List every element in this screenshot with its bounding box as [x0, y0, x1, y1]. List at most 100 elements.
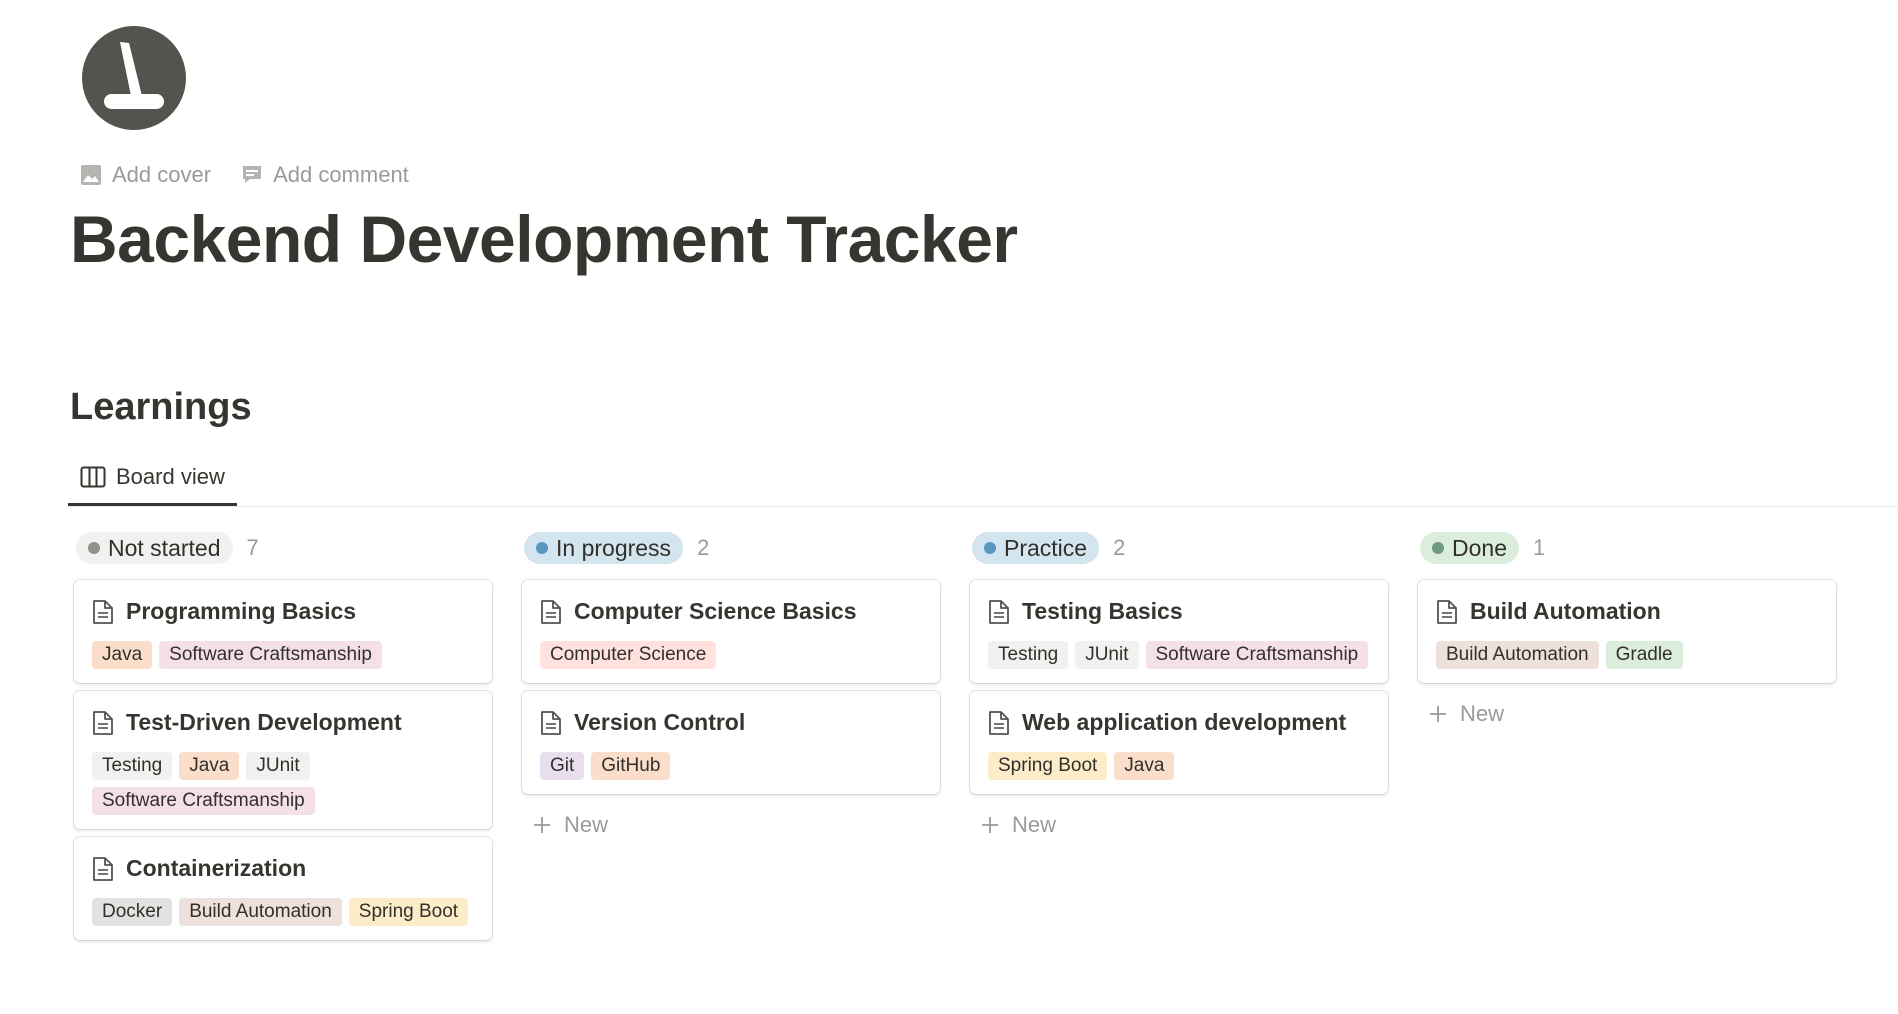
add-new-card-button[interactable]: New [970, 802, 1388, 848]
tag: Spring Boot [988, 752, 1108, 780]
column-count: 1 [1532, 535, 1546, 560]
gauge-icon[interactable] [80, 24, 188, 132]
board-column: In progress 2 Computer Science Basics Compu… [522, 530, 940, 948]
tag: Build Automation [179, 898, 342, 926]
tag-list: Testing Java JUnit Software Craftsmanship [92, 752, 474, 815]
card-title: Build Automation [1436, 598, 1818, 625]
tag: Git [540, 752, 585, 780]
card-title-text: Version Control [574, 709, 746, 735]
column-count: 2 [697, 535, 710, 560]
add-new-card-button[interactable]: New [1418, 691, 1836, 737]
document-icon [541, 710, 561, 735]
document-icon [989, 710, 1009, 735]
tag: Software Craftsmanship [1145, 641, 1369, 669]
add-new-card-button[interactable]: New [522, 802, 940, 848]
new-label: New [1460, 701, 1505, 726]
tag: Testing [92, 752, 173, 780]
tag-list: Spring Boot Java [988, 752, 1370, 780]
tag: Docker [92, 898, 173, 926]
plus-icon [534, 817, 550, 833]
tag: Software Craftsmanship [159, 641, 382, 669]
tab-board-view[interactable]: Board view [68, 450, 237, 506]
status-dot-icon [88, 542, 100, 554]
card-title-text: Programming Basics [126, 598, 357, 624]
board-card[interactable]: Computer Science Basics Computer Science [522, 580, 940, 683]
tag: Spring Boot [348, 898, 469, 926]
tag-list: Docker Build Automation Spring Boot [92, 898, 474, 926]
card-title: Test-Driven Development [92, 709, 474, 736]
plus-icon [982, 817, 998, 833]
column-count: 7 [246, 535, 259, 560]
tag: Java [1114, 752, 1175, 780]
board-card[interactable]: Containerization Docker Build Automation Sp… [74, 837, 492, 940]
column-header: Practice 2 [970, 530, 1388, 566]
column-header: Not started 7 [74, 530, 492, 566]
tag: GitHub [591, 752, 671, 780]
document-icon [93, 856, 113, 881]
tag: JUnit [1075, 641, 1139, 669]
tag: Computer Science [540, 641, 717, 669]
database-title[interactable]: Learnings [70, 386, 252, 429]
status-dot-icon [536, 542, 548, 554]
add-cover-label: Add cover [112, 162, 212, 187]
status-badge[interactable]: Done [1420, 532, 1519, 564]
page-title[interactable]: Backend Development Tracker [70, 200, 1018, 279]
card-title: Programming Basics [92, 598, 474, 625]
status-label: Not started [108, 534, 221, 561]
tag: Software Craftsmanship [92, 787, 315, 815]
tag: Gradle [1605, 641, 1683, 669]
status-label: Done [1452, 534, 1507, 561]
board-card[interactable]: Testing Basics Testing JUnit Software Craft… [970, 580, 1388, 683]
tab-board-view-label: Board view [116, 463, 225, 489]
board-card[interactable]: Version Control Git GitHub [522, 691, 940, 794]
kanban-board: Not started 7 Programming Basics Java Softwa… [74, 530, 1836, 948]
status-badge[interactable]: Practice [972, 532, 1100, 564]
document-icon [1437, 599, 1457, 624]
document-icon [989, 599, 1009, 624]
card-title-text: Computer Science Basics [574, 598, 857, 624]
column-header: In progress 2 [522, 530, 940, 566]
status-label: Practice [1004, 534, 1088, 561]
tag-list: Computer Science [540, 641, 922, 669]
plus-icon [1430, 706, 1446, 722]
card-title-text: Containerization [126, 855, 307, 881]
tag: Java [179, 752, 240, 780]
card-title-text: Test-Driven Development [126, 709, 402, 735]
tag: Java [92, 641, 153, 669]
status-dot-icon [984, 542, 996, 554]
status-dot-icon [1432, 542, 1444, 554]
comment-icon [243, 166, 262, 183]
status-badge[interactable]: In progress [524, 532, 684, 564]
view-tabs: Board view [68, 450, 1898, 507]
board-card[interactable]: Programming Basics Java Software Craftsman… [74, 580, 492, 683]
tag: Build Automation [1436, 641, 1599, 669]
add-comment-label: Add comment [273, 162, 409, 187]
column-header: Done 1 [1418, 530, 1836, 566]
board-column: Not started 7 Programming Basics Java Softwa… [74, 530, 492, 948]
tag: Testing [988, 641, 1069, 669]
card-title-text: Build Automation [1470, 598, 1661, 624]
status-label: In progress [556, 534, 672, 561]
page: Add cover Add comment Backend Developmen… [0, 0, 1898, 1014]
new-label: New [1012, 812, 1057, 837]
tag-list: Java Software Craftsmanship [92, 641, 474, 669]
card-title: Containerization [92, 855, 474, 882]
board-card[interactable]: Web application development Spring Boot Ja… [970, 691, 1388, 794]
tag: JUnit [246, 752, 310, 780]
column-count: 2 [1113, 535, 1126, 560]
add-comment-button[interactable]: Add comment [235, 160, 415, 190]
board-card[interactable]: Test-Driven Development Testing Java JUnit S… [74, 691, 492, 829]
card-title: Testing Basics [988, 598, 1370, 625]
board-view-icon [80, 466, 106, 487]
add-cover-button[interactable]: Add cover [74, 160, 217, 190]
page-header-actions: Add cover Add comment [74, 160, 415, 190]
document-icon [541, 599, 561, 624]
card-title: Web application development [988, 709, 1370, 736]
document-icon [93, 710, 113, 735]
new-label: New [564, 812, 609, 837]
card-title: Computer Science Basics [540, 598, 922, 625]
board-card[interactable]: Build Automation Build Automation Gradle [1418, 580, 1836, 683]
card-title-text: Testing Basics [1022, 598, 1183, 624]
image-icon [81, 165, 101, 185]
status-badge[interactable]: Not started [76, 532, 233, 564]
